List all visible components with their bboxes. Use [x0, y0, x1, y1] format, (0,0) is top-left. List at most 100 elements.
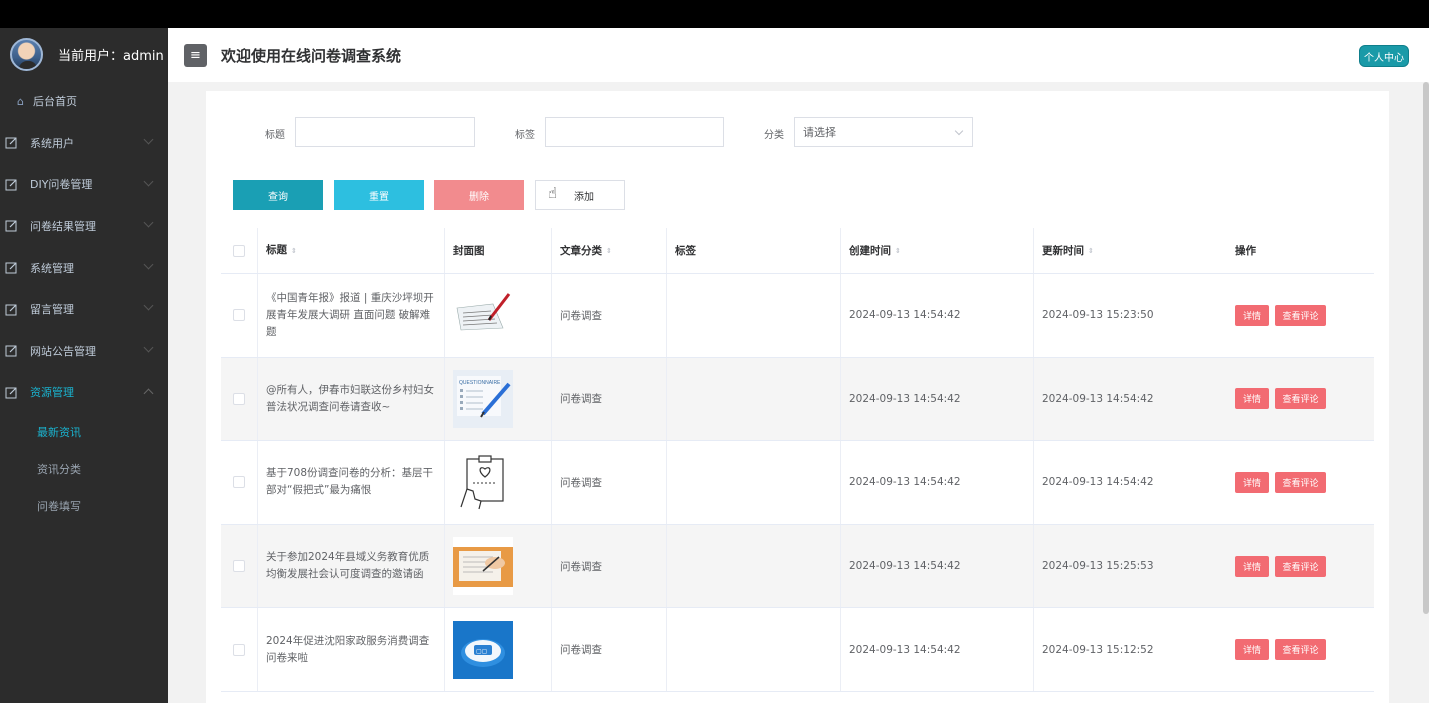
delete-button[interactable]: 删除: [434, 180, 524, 210]
sidebar-item[interactable]: DIY问卷管理: [0, 164, 168, 206]
cover-image[interactable]: [453, 453, 513, 512]
category-cell: 问卷调查: [552, 524, 667, 608]
home-icon: ⌂: [17, 94, 24, 108]
column-header-actions: 操作: [1227, 228, 1374, 273]
tag-cell: [667, 274, 841, 357]
sidebar-item[interactable]: 留言管理: [0, 288, 168, 330]
personal-center-button[interactable]: 个人中心: [1359, 45, 1409, 67]
column-header-updated[interactable]: 更新时间 ⇕: [1034, 228, 1227, 273]
column-header-created[interactable]: 创建时间 ⇕: [841, 228, 1034, 273]
row-select-cell: [221, 274, 258, 357]
actions-cell: 详情 查看评论: [1227, 525, 1374, 608]
view-comments-button[interactable]: 查看评论: [1275, 471, 1326, 493]
row-category: 问卷调查: [560, 476, 602, 489]
row-checkbox[interactable]: [233, 476, 245, 489]
row-checkbox[interactable]: [233, 560, 245, 573]
sidebar-item[interactable]: 系统用户: [0, 122, 168, 164]
sort-icon[interactable]: ⇕: [895, 247, 901, 254]
row-checkbox[interactable]: [233, 392, 245, 405]
column-header-category[interactable]: 文章分类 ⇕: [552, 228, 667, 273]
column-header-label: 更新时间: [1042, 245, 1084, 257]
cover-image[interactable]: [453, 286, 513, 345]
sidebar-item-label: 资源管理: [30, 386, 74, 400]
chevron-icon: [143, 342, 154, 353]
sidebar-item-label: 留言管理: [30, 303, 74, 317]
sidebar: 当前用户：admin ⌂ 后台首页 系统用户 DIY问卷管理 问卷结果管理 系统管理留…: [0, 28, 168, 703]
edit-icon: [5, 178, 18, 191]
hand-cursor-icon: ☝: [548, 184, 558, 202]
news-table: 标题 ⇕ 封面图 文章分类 ⇕ 标签 创建时间 ⇕ 更新时间 ⇕ 操作 《中国青年报》报…: [221, 228, 1374, 692]
sidebar-item-home[interactable]: ⌂ 后台首页: [0, 80, 168, 122]
row-select-cell: [221, 524, 258, 608]
row-checkbox[interactable]: [233, 643, 245, 656]
sort-icon[interactable]: ⇕: [606, 247, 612, 254]
column-header-label: 标题: [266, 244, 287, 256]
cover-cell: [445, 441, 552, 524]
sidebar-subitem[interactable]: 问卷填写: [0, 487, 168, 524]
row-updated: 2024-09-13 15:25:53: [1042, 560, 1154, 573]
column-header-label: 标签: [675, 245, 696, 257]
detail-button[interactable]: 详情: [1235, 555, 1269, 577]
row-checkbox[interactable]: [233, 309, 245, 322]
row-select-cell: [221, 357, 258, 441]
detail-button[interactable]: 详情: [1235, 639, 1269, 661]
detail-button[interactable]: 详情: [1235, 304, 1269, 326]
sidebar-item[interactable]: 网站公告管理: [0, 330, 168, 372]
edit-icon: [5, 344, 18, 357]
row-title: 《中国青年报》报道 | 重庆沙坪坝开展青年发展大调研 直面问题 破解难题: [266, 291, 434, 338]
tag-filter-input[interactable]: [545, 117, 724, 147]
detail-button[interactable]: 详情: [1235, 471, 1269, 493]
title-filter-input[interactable]: [295, 117, 475, 147]
sort-icon[interactable]: ⇕: [1088, 247, 1094, 254]
sidebar-item-label: DIY问卷管理: [30, 178, 93, 192]
cover-cell: [445, 274, 552, 357]
chevron-down-icon: [954, 126, 964, 136]
table-row[interactable]: @所有人，伊春市妇联这份乡村妇女普法状况调查问卷请查收~ QUESTIONNAIR…: [221, 357, 1374, 442]
sidebar-item[interactable]: 系统管理: [0, 247, 168, 289]
sidebar-subitem[interactable]: 资讯分类: [0, 450, 168, 487]
category-select[interactable]: 请选择: [794, 117, 973, 147]
tag-filter-label: 标签: [515, 130, 535, 141]
page-scrollbar[interactable]: [1423, 82, 1429, 614]
table-row[interactable]: 基于708份调查问卷的分析：基层干部对“假把式”最为痛恨 问卷调查 2024-09-…: [221, 441, 1374, 525]
content-card: 标题 标签 分类 请选择 查询 重置 删除 ☝ 添加 标题 ⇕ 封面图 文章分类 ⇕…: [206, 91, 1389, 703]
cover-image[interactable]: [453, 537, 513, 596]
menu-toggle-icon[interactable]: ≡: [184, 43, 207, 67]
edit-icon: [5, 219, 18, 232]
updated-cell: 2024-09-13 15:12:52: [1034, 608, 1227, 691]
view-comments-button[interactable]: 查看评论: [1275, 388, 1326, 410]
cover-image[interactable]: ▢▢: [453, 620, 513, 679]
svg-text:QUESTIONNAIRE: QUESTIONNAIRE: [459, 380, 501, 386]
title-cell: 关于参加2024年县域义务教育优质均衡发展社会认可度调查的邀请函: [258, 524, 445, 608]
sidebar-item[interactable]: 资源管理: [0, 372, 168, 414]
add-button[interactable]: ☝ 添加: [535, 180, 625, 210]
view-comments-button[interactable]: 查看评论: [1275, 555, 1326, 577]
table-row[interactable]: 2024年促进沈阳家政服务消费调查问卷来啦 ▢▢ 问卷调查 2024-09-13 14…: [221, 608, 1374, 692]
view-comments-button[interactable]: 查看评论: [1275, 639, 1326, 661]
select-all-checkbox[interactable]: [233, 244, 245, 257]
view-comments-button[interactable]: 查看评论: [1275, 304, 1326, 326]
sidebar-subitem[interactable]: 最新资讯: [0, 413, 168, 450]
query-button[interactable]: 查询: [233, 180, 323, 210]
sort-icon[interactable]: ⇕: [291, 247, 297, 254]
sidebar-item-label: 后台首页: [33, 95, 77, 108]
sidebar-item[interactable]: 问卷结果管理: [0, 205, 168, 247]
table-row[interactable]: 《中国青年报》报道 | 重庆沙坪坝开展青年发展大调研 直面问题 破解难题 问卷调查…: [221, 274, 1374, 358]
created-cell: 2024-09-13 14:54:42: [841, 357, 1034, 441]
table-row[interactable]: 关于参加2024年县域义务教育优质均衡发展社会认可度调查的邀请函 问卷调查 2024…: [221, 524, 1374, 609]
cover-image[interactable]: QUESTIONNAIRE: [453, 369, 513, 428]
row-select-cell: [221, 608, 258, 691]
cover-cell: QUESTIONNAIRE: [445, 357, 552, 441]
detail-button[interactable]: 详情: [1235, 388, 1269, 410]
chevron-icon: [143, 176, 154, 187]
sidebar-item-label: 网站公告管理: [30, 344, 96, 358]
reset-button[interactable]: 重置: [334, 180, 424, 210]
created-cell: 2024-09-13 14:54:42: [841, 274, 1034, 357]
row-title: @所有人，伊春市妇联这份乡村妇女普法状况调查问卷请查收~: [266, 383, 434, 413]
tag-cell: [667, 441, 841, 524]
sidebar-subitem-label: 资讯分类: [37, 462, 81, 476]
chevron-icon: [143, 259, 154, 270]
column-header-title[interactable]: 标题 ⇕: [258, 228, 445, 273]
cover-cell: ▢▢: [445, 608, 552, 691]
row-title: 基于708份调查问卷的分析：基层干部对“假把式”最为痛恨: [266, 467, 434, 497]
